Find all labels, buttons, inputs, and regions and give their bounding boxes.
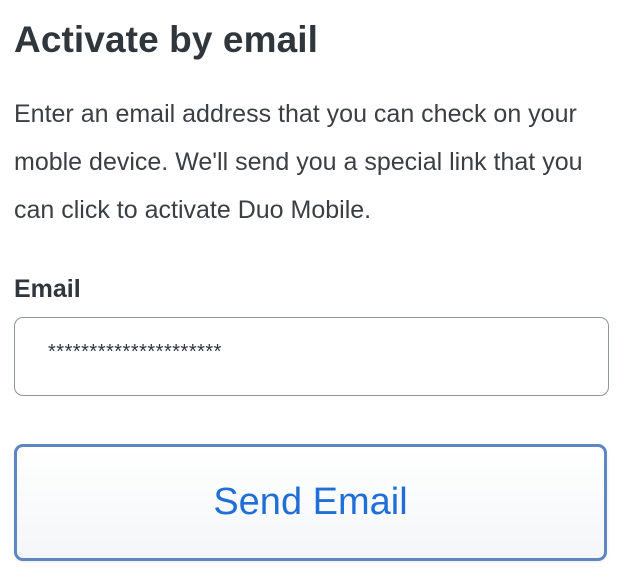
email-field[interactable]	[14, 317, 609, 396]
activate-by-email-panel: Activate by email Enter an email address…	[14, 18, 609, 561]
instructions-text: Enter an email address that you can chec…	[14, 100, 583, 224]
send-email-button[interactable]: Send Email	[14, 444, 607, 561]
email-label: Email	[14, 275, 81, 303]
page-title: Activate by email	[14, 19, 319, 60]
